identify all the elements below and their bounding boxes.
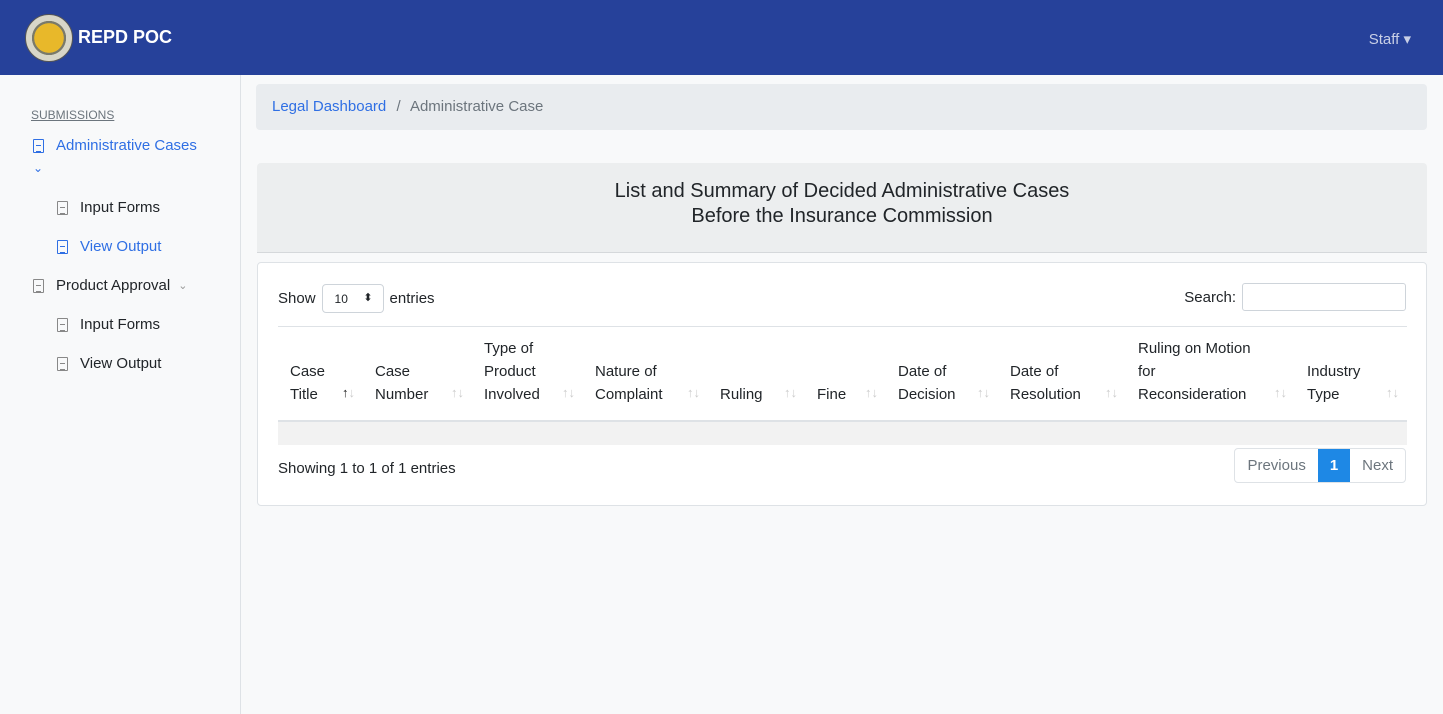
sidebar-item-admin-input-forms[interactable]: Input Forms bbox=[57, 199, 160, 216]
pagination: Previous 1 Next bbox=[1234, 448, 1406, 483]
sidebar-item-product-input-forms[interactable]: Input Forms bbox=[57, 316, 160, 333]
page-title: List and Summary of Decided Administrati… bbox=[257, 163, 1427, 253]
sidebar-item-admin-view-output[interactable]: View Output bbox=[57, 238, 161, 255]
header-label: Case Number bbox=[375, 363, 429, 403]
breadcrumb-legal-dashboard[interactable]: Legal Dashboard bbox=[272, 98, 386, 115]
col-ruling[interactable]: Ruling ↑↓ bbox=[708, 326, 805, 422]
breadcrumb-separator: / bbox=[396, 98, 401, 115]
sort-icon: ↑↓ bbox=[977, 385, 990, 400]
chevron-down-icon[interactable]: ⌄ bbox=[33, 161, 43, 175]
sort-icon: ↑↓ bbox=[865, 385, 878, 400]
sort-icon: ↑↓ bbox=[784, 385, 797, 400]
col-type-of-product[interactable]: Type of Product Involved ↑↓ bbox=[472, 326, 583, 422]
show-label: Show bbox=[278, 290, 316, 307]
sidebar-item-product-approval[interactable]: Product Approval ⌄ bbox=[33, 277, 187, 294]
search-input[interactable] bbox=[1242, 283, 1406, 311]
title-line-1: List and Summary of Decided Administrati… bbox=[614, 180, 1070, 202]
table-info: Showing 1 to 1 of 1 entries bbox=[278, 460, 456, 477]
table-row bbox=[278, 421, 1407, 445]
col-date-of-resolution[interactable]: Date of Resolution ↑↓ bbox=[998, 326, 1126, 422]
user-menu[interactable]: Staff ▾ bbox=[1369, 30, 1411, 48]
document-icon bbox=[57, 317, 68, 332]
cases-table: Case Title ↑↓ Case Number ↑↓ Type of Produ… bbox=[278, 326, 1407, 445]
sidebar-section: SUBMISSIONS bbox=[31, 108, 115, 122]
header-label: Date of Resolution bbox=[1010, 363, 1081, 403]
label: Input Forms bbox=[80, 316, 161, 333]
document-icon bbox=[33, 278, 44, 293]
col-date-of-decision[interactable]: Date of Decision ↑↓ bbox=[886, 326, 998, 422]
header-label: Type of Product Involved bbox=[484, 340, 540, 403]
col-fine[interactable]: Fine ↑↓ bbox=[805, 326, 886, 422]
header-label: Date of Decision bbox=[898, 363, 956, 403]
sort-icon: ↑↓ bbox=[1105, 385, 1118, 400]
search-label: Search: bbox=[1184, 288, 1236, 306]
sort-icon: ↑↓ bbox=[1386, 385, 1399, 400]
sort-asc-icon: ↑↓ bbox=[342, 385, 355, 400]
header-label: Fine bbox=[817, 386, 847, 403]
insurance-commission-logo bbox=[25, 14, 73, 62]
brand[interactable]: REPD POC bbox=[78, 27, 172, 48]
sort-icon: ↑↓ bbox=[451, 385, 464, 400]
col-case-title[interactable]: Case Title ↑↓ bbox=[278, 326, 363, 422]
header-label: Nature of Complaint bbox=[595, 363, 663, 403]
title-line-2: Before the Insurance Commission bbox=[691, 205, 993, 227]
col-ruling-on-motion[interactable]: Ruling on Motion for Reconsideration ↑↓ bbox=[1126, 326, 1295, 422]
length-control: Show 10 entries bbox=[278, 284, 435, 313]
entries-select[interactable]: 10 bbox=[321, 284, 384, 313]
label: Product Approval bbox=[56, 277, 171, 294]
navbar: REPD POC Staff ▾ bbox=[0, 0, 1443, 75]
page-1-button[interactable]: 1 bbox=[1317, 449, 1351, 482]
label: Administrative Cases bbox=[56, 137, 197, 154]
next-button[interactable]: Next bbox=[1350, 449, 1405, 482]
label: View Output bbox=[80, 238, 162, 255]
empty-cell bbox=[278, 421, 1407, 445]
header-label: Ruling on Motion for Reconsideration bbox=[1138, 340, 1251, 403]
chevron-down-icon: ⌄ bbox=[178, 280, 188, 292]
entries-label: entries bbox=[389, 290, 435, 307]
col-industry-type[interactable]: Industry Type ↑↓ bbox=[1295, 326, 1407, 422]
document-icon bbox=[57, 200, 68, 215]
label: View Output bbox=[80, 355, 162, 372]
sort-icon: ↑↓ bbox=[562, 385, 575, 400]
header-label: Ruling bbox=[720, 386, 763, 403]
document-icon bbox=[57, 356, 68, 371]
sort-icon: ↑↓ bbox=[687, 385, 700, 400]
document-icon bbox=[33, 138, 44, 153]
header-label: Case Title bbox=[290, 363, 326, 403]
sidebar-item-administrative-cases[interactable]: Administrative Cases bbox=[33, 137, 197, 154]
sort-icon: ↑↓ bbox=[1274, 385, 1287, 400]
col-case-number[interactable]: Case Number ↑↓ bbox=[363, 326, 472, 422]
previous-button[interactable]: Previous bbox=[1235, 449, 1317, 482]
header-label: Industry Type bbox=[1307, 363, 1361, 403]
table-card: Show 10 entries Search: Case Title ↑↓ Cas… bbox=[257, 262, 1427, 506]
breadcrumb-current: Administrative Case bbox=[409, 98, 544, 115]
col-nature-of-complaint[interactable]: Nature of Complaint ↑↓ bbox=[583, 326, 708, 422]
label: Input Forms bbox=[80, 199, 161, 216]
breadcrumb: Legal Dashboard / Administrative Case bbox=[256, 84, 1427, 130]
search-control: Search: bbox=[1184, 283, 1406, 311]
sidebar-item-product-view-output[interactable]: View Output bbox=[57, 355, 161, 372]
document-icon bbox=[57, 239, 68, 254]
